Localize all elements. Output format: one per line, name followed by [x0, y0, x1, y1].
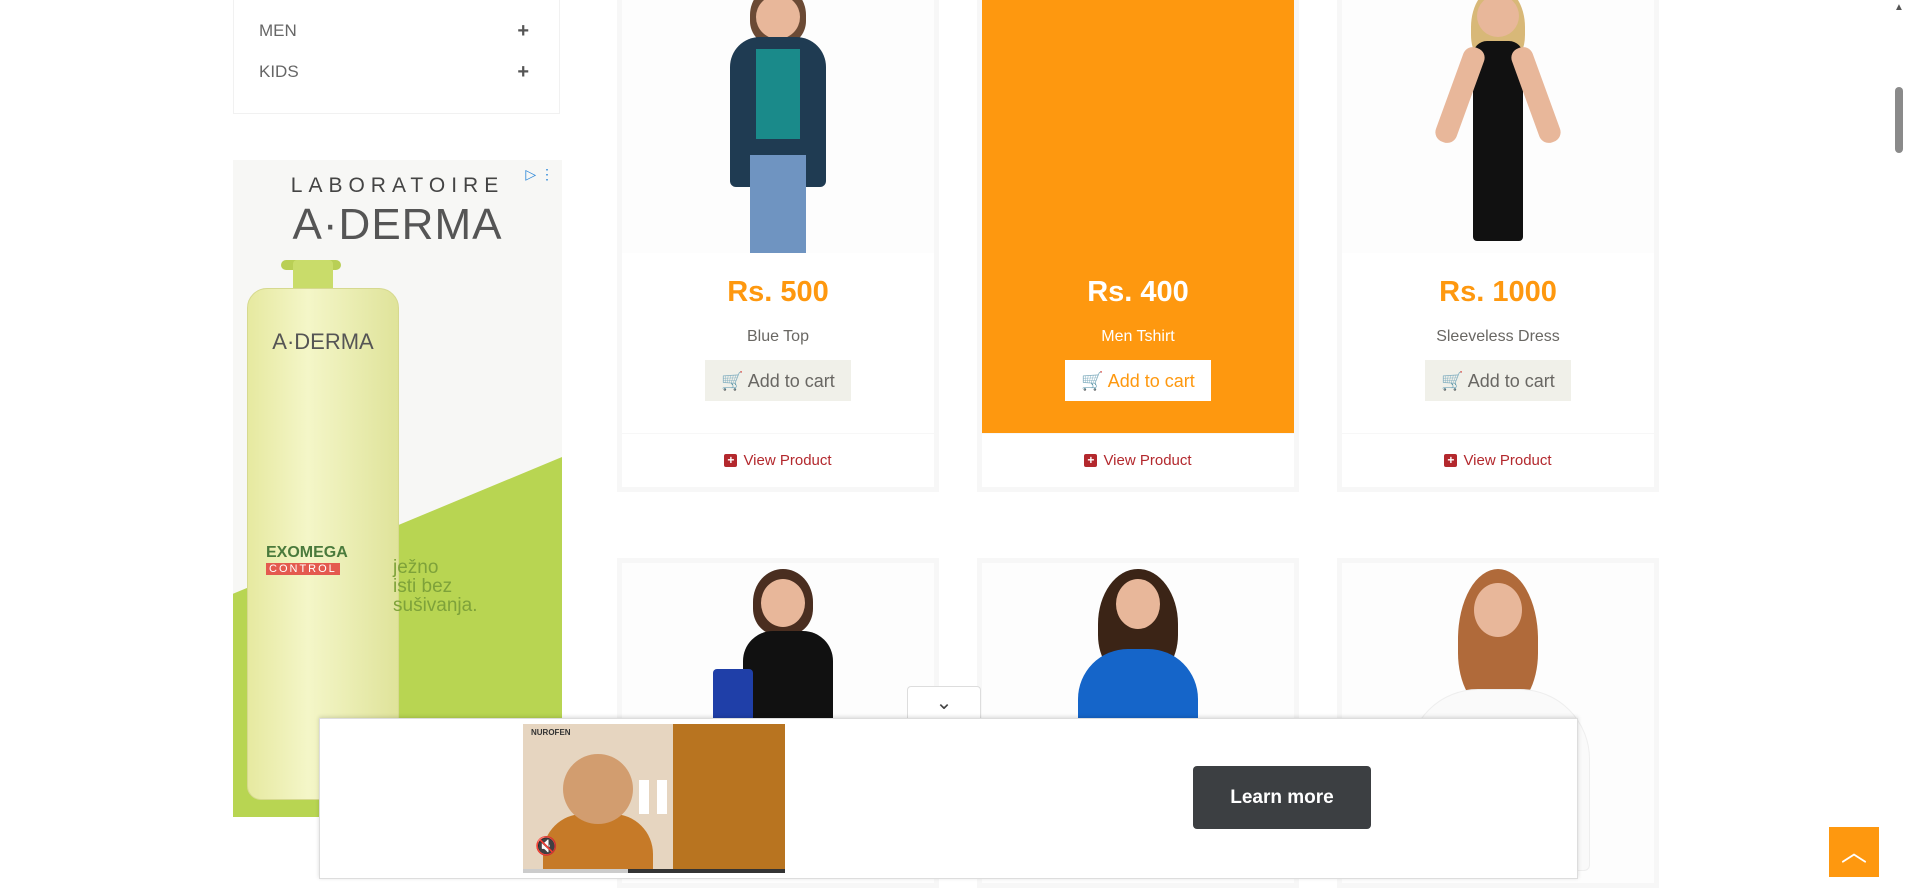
add-to-cart-button[interactable]: 🛒 Add to cart	[1065, 360, 1211, 401]
category-label: KIDS	[259, 62, 299, 81]
page-scrollbar[interactable]: ▲	[1888, 0, 1910, 877]
ad-video-player[interactable]: NUROFEN 🔇	[523, 724, 785, 873]
product-image	[622, 0, 934, 253]
ad-brand-logo: A·DERMA	[292, 200, 503, 249]
video-ad-overlay: NUROFEN 🔇 Learn more	[319, 718, 1578, 879]
cart-icon: 🛒	[1081, 371, 1104, 391]
pause-icon[interactable]	[639, 780, 673, 814]
product-card: Rs. 1000 Sleeveless Dress 🛒 Add to cart …	[1337, 0, 1659, 492]
chevron-down-icon: ⌄	[935, 692, 953, 714]
product-info: Rs. 1000 Sleeveless Dress 🛒 Add to cart	[1342, 253, 1654, 433]
view-product-link[interactable]: + View Product	[1342, 433, 1654, 487]
chevron-up-icon: ︿	[1840, 837, 1867, 867]
product-card: Rs. 500 Blue Top 🛒 Add to cart + View Pr…	[617, 0, 939, 492]
scroll-up-arrow-icon[interactable]: ▲	[1894, 2, 1904, 13]
scrollbar-thumb[interactable]	[1895, 87, 1903, 153]
bottle-product: EXOMEGA	[266, 544, 348, 561]
scroll-to-top-button[interactable]: ︿	[1829, 827, 1879, 877]
plus-icon[interactable]: +	[517, 61, 529, 84]
category-label: MEN	[259, 21, 297, 40]
product-name: Sleeveless Dress	[1436, 328, 1560, 345]
plus-square-icon: +	[724, 454, 738, 467]
model-figure	[718, 0, 838, 253]
video-progress-fill	[523, 869, 628, 873]
add-to-cart-button[interactable]: 🛒 Add to cart	[1425, 360, 1571, 401]
view-product-link[interactable]: + View Product	[982, 433, 1294, 487]
ad-video-brand: NUROFEN	[531, 728, 571, 737]
ad-side-text: ježno isti bez sušivanja.	[393, 557, 478, 616]
product-info: Rs. 500 Blue Top 🛒 Add to cart	[622, 253, 934, 433]
collapse-ad-button[interactable]: ⌄	[907, 686, 981, 719]
product-price: Rs. 500	[727, 276, 829, 308]
cart-icon: 🛒	[721, 371, 744, 391]
plus-icon[interactable]: +	[517, 20, 529, 43]
plus-square-icon: +	[1084, 454, 1098, 467]
product-price: Rs. 400	[1087, 276, 1189, 308]
mute-icon[interactable]: 🔇	[535, 836, 557, 857]
product-image	[982, 0, 1294, 253]
video-progress-bar[interactable]	[523, 869, 785, 873]
view-product-label: View Product	[1103, 452, 1192, 469]
product-card: Rs. 400 Men Tshirt 🛒 Add to cart + View …	[977, 0, 1299, 492]
product-name: Men Tshirt	[1101, 328, 1175, 345]
bottle-product-sub: CONTROL	[266, 563, 340, 575]
product-price: Rs. 1000	[1439, 276, 1557, 308]
bottle-brand: A·DERMA	[272, 329, 374, 354]
view-product-label: View Product	[743, 452, 832, 469]
product-info: Rs. 400 Men Tshirt 🛒 Add to cart	[982, 253, 1294, 433]
add-to-cart-button[interactable]: 🛒 Add to cart	[705, 360, 851, 401]
category-kids[interactable]: KIDS +	[259, 60, 529, 84]
view-product-label: View Product	[1463, 452, 1552, 469]
add-to-cart-label: Add to cart	[747, 371, 835, 391]
learn-more-button[interactable]: Learn more	[1193, 766, 1371, 829]
plus-square-icon: +	[1444, 454, 1458, 467]
add-to-cart-label: Add to cart	[1107, 371, 1195, 391]
category-men[interactable]: MEN +	[259, 19, 529, 43]
product-name: Blue Top	[747, 328, 809, 345]
category-panel: MEN + KIDS +	[233, 0, 560, 114]
view-product-link[interactable]: + View Product	[622, 433, 934, 487]
add-to-cart-label: Add to cart	[1467, 371, 1555, 391]
model-figure	[1432, 0, 1564, 253]
cart-icon: 🛒	[1441, 371, 1464, 391]
ad-brand-line1: LABORATOIRE	[290, 174, 505, 197]
product-image	[1342, 0, 1654, 253]
